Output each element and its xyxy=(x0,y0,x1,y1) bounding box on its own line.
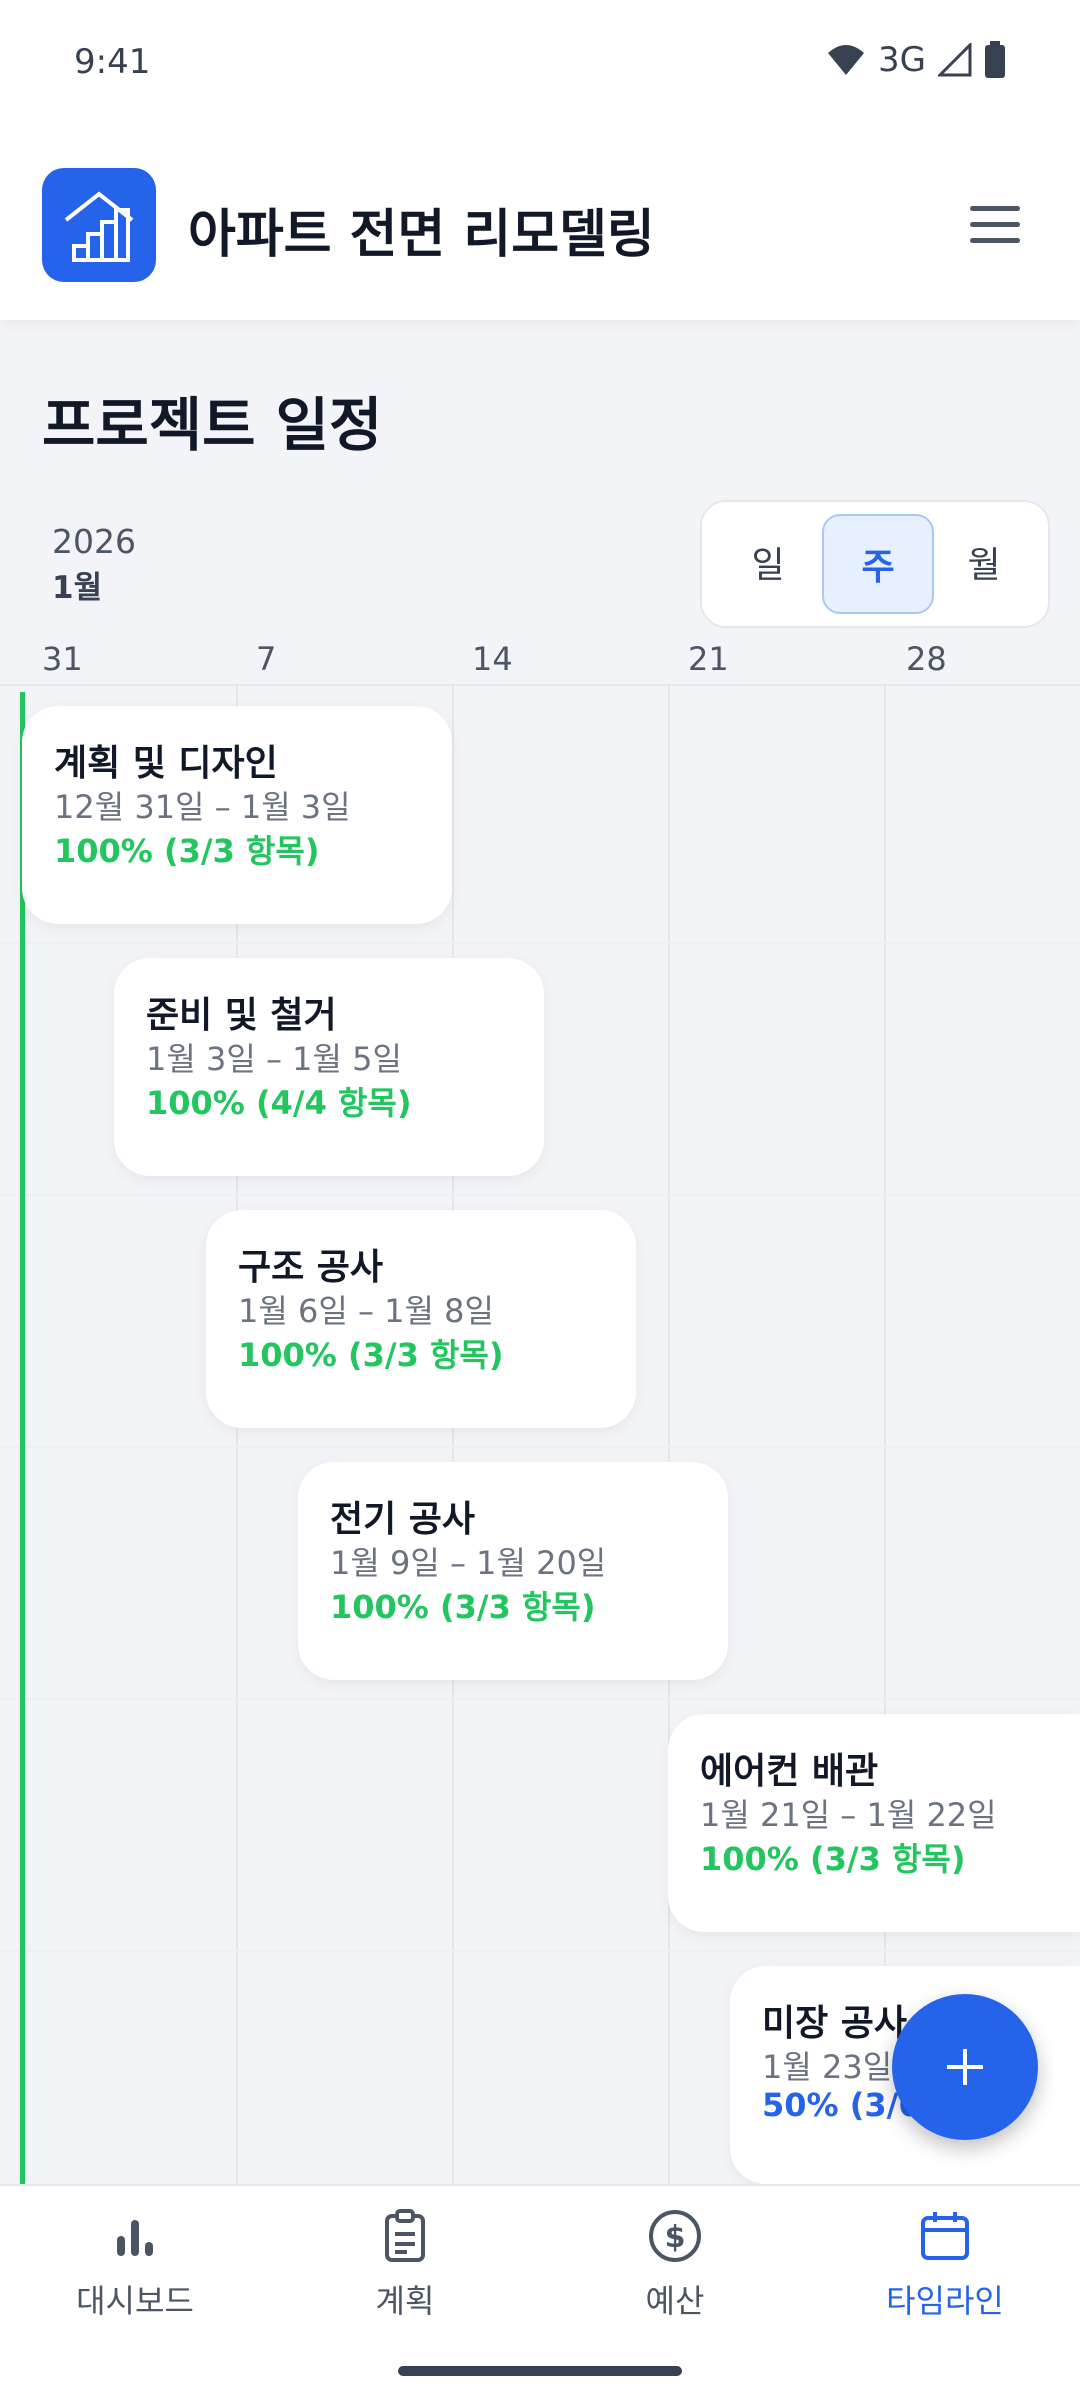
home-indicator xyxy=(398,2366,682,2376)
grid-line xyxy=(452,686,454,2186)
nav-label: 예산 xyxy=(645,2282,705,2320)
task-dates: 1월 6일 – 1월 8일 xyxy=(238,1292,494,1330)
nav-item-plan[interactable]: 계획 xyxy=(270,2206,540,2356)
grid-line xyxy=(668,686,670,2186)
view-toggle: 일 주 월 xyxy=(700,500,1050,628)
add-task-button[interactable] xyxy=(892,1994,1038,2140)
day-ticks: 31 7 14 21 28 xyxy=(0,640,1080,684)
status-time: 9:41 xyxy=(74,42,151,82)
task-dates: 1월 9일 – 1월 20일 xyxy=(330,1544,607,1582)
task-title: 에어컨 배관 xyxy=(700,1751,879,1792)
nav-item-dashboard[interactable]: 대시보드 xyxy=(0,2206,270,2356)
svg-text:$: $ xyxy=(665,2220,686,2255)
task-progress: 100% (4/4 항목) xyxy=(146,1084,412,1122)
task-title: 전기 공사 xyxy=(330,1499,476,1540)
grid-line xyxy=(884,686,886,2186)
view-day-button[interactable]: 일 xyxy=(714,514,822,610)
status-bar: 9:41 3G xyxy=(0,0,1080,130)
app-title: 아파트 전면 리모델링 xyxy=(188,205,655,265)
task-progress: 100% (3/3 항목) xyxy=(238,1336,504,1374)
nav-item-timeline[interactable]: 타임라인 xyxy=(810,2206,1080,2356)
task-title: 구조 공사 xyxy=(238,1247,384,1288)
app-bar: 아파트 전면 리모델링 xyxy=(0,130,1080,320)
task-dates: 1월 3일 – 1월 5일 xyxy=(146,1040,402,1078)
nav-label: 대시보드 xyxy=(76,2282,194,2320)
task-card[interactable]: 에어컨 배관 1월 21일 – 1월 22일 100% (3/3 항목) xyxy=(668,1714,1080,1932)
timeline-grid[interactable]: 계획 및 디자인 12월 31일 – 1월 3일 100% (3/3 항목) 준… xyxy=(0,684,1080,2186)
day-tick: 7 xyxy=(256,640,277,678)
month-label: 1월 xyxy=(52,570,103,606)
view-week-button[interactable]: 주 xyxy=(822,514,934,614)
task-dates: 1월 21일 – 1월 22일 xyxy=(700,1796,997,1834)
task-progress: 100% (3/3 항목) xyxy=(330,1588,596,1626)
view-month-button[interactable]: 월 xyxy=(930,514,1038,610)
day-tick: 14 xyxy=(472,640,513,678)
hamburger-menu-icon[interactable] xyxy=(970,206,1020,244)
row-divider xyxy=(0,1950,1080,1952)
nav-item-budget[interactable]: $ 예산 xyxy=(540,2206,810,2356)
task-progress: 100% (3/3 항목) xyxy=(700,1840,966,1878)
page-title: 프로젝트 일정 xyxy=(42,391,383,459)
status-icons: 3G xyxy=(826,40,1006,80)
task-progress: 100% (3/3 항목) xyxy=(54,832,320,870)
task-card[interactable]: 전기 공사 1월 9일 – 1월 20일 100% (3/3 항목) xyxy=(298,1462,728,1680)
task-dates: 12월 31일 – 1월 3일 xyxy=(54,788,351,826)
nav-label: 계획 xyxy=(375,2282,435,2320)
day-tick: 28 xyxy=(906,640,947,678)
task-card[interactable]: 계획 및 디자인 12월 31일 – 1월 3일 100% (3/3 항목) xyxy=(22,706,452,924)
row-divider xyxy=(0,942,1080,944)
task-title: 미장 공사 xyxy=(762,2003,908,2044)
clipboard-icon xyxy=(385,2209,425,2262)
bar-chart-icon xyxy=(117,2220,153,2256)
today-line xyxy=(20,692,25,2186)
row-divider xyxy=(0,1446,1080,1448)
dollar-circle-icon: $ xyxy=(649,2210,701,2262)
calendar-icon xyxy=(921,2212,969,2260)
signal-icon xyxy=(938,43,972,77)
nav-label: 타임라인 xyxy=(886,2282,1004,2320)
task-card[interactable]: 준비 및 철거 1월 3일 – 1월 5일 100% (4/4 항목) xyxy=(114,958,544,1176)
row-divider xyxy=(0,1698,1080,1700)
row-divider xyxy=(0,1194,1080,1196)
app-logo-icon xyxy=(42,168,156,282)
year-label: 2026 xyxy=(52,522,136,561)
day-tick: 31 xyxy=(42,640,83,678)
plus-icon xyxy=(947,2049,983,2085)
network-type: 3G xyxy=(878,40,926,80)
task-card[interactable]: 구조 공사 1월 6일 – 1월 8일 100% (3/3 항목) xyxy=(206,1210,636,1428)
wifi-icon xyxy=(828,45,865,75)
task-title: 계획 및 디자인 xyxy=(54,743,278,784)
battery-icon xyxy=(985,41,1005,78)
day-tick: 21 xyxy=(688,640,729,678)
task-title: 준비 및 철거 xyxy=(146,995,337,1036)
